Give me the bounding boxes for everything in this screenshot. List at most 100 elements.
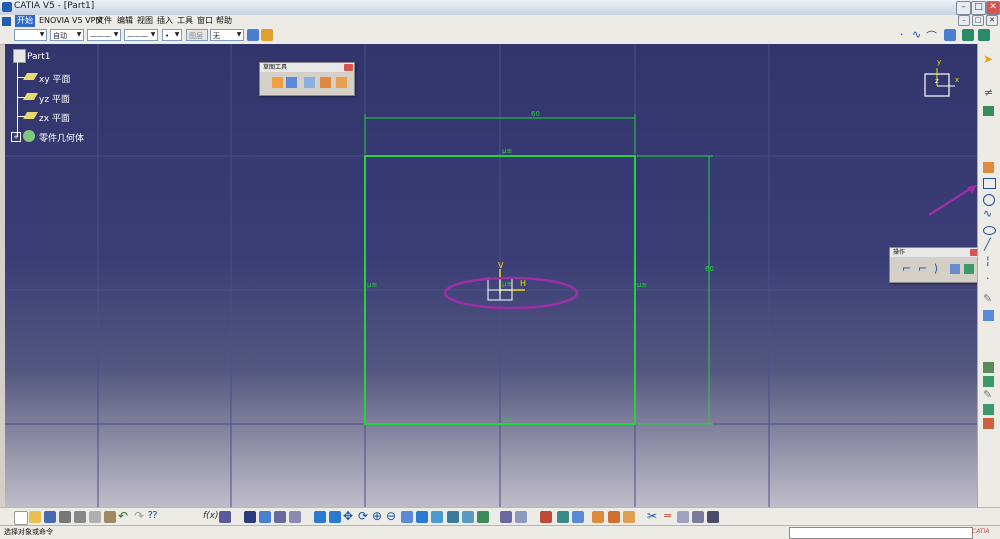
- analysis-icon[interactable]: [540, 511, 552, 523]
- menu-tools[interactable]: 工具: [175, 15, 195, 27]
- menu-insert[interactable]: 插入: [155, 15, 175, 27]
- auto-constraint-icon[interactable]: [608, 511, 620, 523]
- table-icon[interactable]: [677, 511, 689, 523]
- sketch-tools-toolbar[interactable]: 草图工具: [259, 62, 355, 96]
- point-combo[interactable]: • ▼: [162, 29, 182, 41]
- constraint-top[interactable]: μ≡: [502, 147, 512, 155]
- swap-visible-space-icon[interactable]: [477, 511, 489, 523]
- corner-icon[interactable]: ⌐: [902, 262, 911, 275]
- close-button[interactable]: ✕: [986, 1, 1000, 15]
- sketch-settings-icon[interactable]: [978, 29, 990, 41]
- formula-icon[interactable]: f(x): [203, 511, 219, 521]
- tree-root-part1[interactable]: Part1: [27, 52, 51, 62]
- pad-icon[interactable]: [983, 376, 994, 387]
- curve-icon[interactable]: ⌒: [926, 28, 937, 44]
- constraint-origin[interactable]: μ≡: [502, 280, 512, 288]
- iso-view-icon[interactable]: [431, 511, 443, 523]
- properties-brush-icon[interactable]: [261, 29, 273, 41]
- maximize-button[interactable]: □: [971, 1, 986, 15]
- menu-view[interactable]: 视图: [135, 15, 155, 27]
- doc-restore-button[interactable]: □: [972, 15, 984, 26]
- cut-icon[interactable]: [74, 511, 86, 523]
- copy-icon[interactable]: [89, 511, 101, 523]
- color-combo[interactable]: 自动 ▼: [50, 29, 84, 41]
- menu-help[interactable]: 帮助: [214, 15, 234, 27]
- fit-all-icon[interactable]: [329, 511, 341, 523]
- axis-icon[interactable]: ¦: [986, 254, 990, 267]
- exit-sketch-icon[interactable]: [983, 106, 994, 116]
- select-arrow-icon[interactable]: ➤: [983, 52, 993, 66]
- tree-item-part-body[interactable]: 零件几何体: [39, 131, 84, 144]
- component-icon[interactable]: [274, 511, 286, 523]
- shading-icon[interactable]: [447, 511, 459, 523]
- swap-icon[interactable]: [289, 511, 301, 523]
- parameters-icon[interactable]: [692, 511, 704, 523]
- dimensional-constraints-icon[interactable]: [336, 77, 347, 88]
- comment-icon[interactable]: [219, 511, 231, 523]
- dimension-vertical[interactable]: 60: [705, 265, 714, 273]
- circle-icon[interactable]: [983, 194, 995, 206]
- painter-icon[interactable]: [247, 29, 259, 41]
- construction-icon[interactable]: [304, 77, 315, 88]
- constraint-icon[interactable]: ≠: [984, 86, 993, 99]
- snap-to-point-icon[interactable]: [286, 77, 297, 88]
- multi-view-icon[interactable]: [416, 511, 428, 523]
- dimension-horizontal[interactable]: 60: [531, 110, 540, 118]
- doc-close-button[interactable]: ✕: [986, 15, 998, 26]
- spline-icon[interactable]: ∿: [983, 207, 992, 220]
- catalog-browser-icon[interactable]: [707, 511, 719, 523]
- menu-edit[interactable]: 编辑: [115, 15, 135, 27]
- print-icon[interactable]: [59, 511, 71, 523]
- tree-item-zx-plane[interactable]: zx 平面: [39, 111, 70, 124]
- project-3d-icon[interactable]: [964, 264, 974, 274]
- sketch-view-icon[interactable]: [500, 511, 512, 523]
- pocket-icon[interactable]: [983, 404, 994, 415]
- spline-icon[interactable]: ∿: [912, 28, 921, 41]
- tree-item-xy-plane[interactable]: xy 平面: [39, 72, 71, 85]
- tree-item-yz-plane[interactable]: yz 平面: [39, 92, 70, 105]
- tree-expand-icon[interactable]: [259, 511, 271, 523]
- sketch-analysis-icon[interactable]: [557, 511, 569, 523]
- undo-icon[interactable]: ↶: [118, 509, 128, 523]
- open-icon[interactable]: [29, 511, 41, 523]
- menu-start[interactable]: 开始: [15, 15, 35, 27]
- redo-icon[interactable]: ↷: [134, 509, 144, 523]
- constraint-tool-icon[interactable]: [592, 511, 604, 523]
- rectangle-icon[interactable]: [983, 178, 996, 189]
- equal-icon[interactable]: =: [663, 509, 672, 522]
- close-icon[interactable]: [344, 64, 353, 71]
- normal-view-icon[interactable]: [401, 511, 413, 523]
- measure-icon[interactable]: ✂: [647, 509, 657, 523]
- grid-icon[interactable]: [272, 77, 283, 88]
- hide-show-icon[interactable]: [462, 511, 474, 523]
- profile-icon[interactable]: [983, 162, 994, 173]
- visualization-icon[interactable]: [572, 511, 584, 523]
- pan-icon[interactable]: ✥: [343, 509, 353, 523]
- constraint-bottom[interactable]: μ≡: [502, 416, 512, 424]
- exit-workbench-icon[interactable]: [944, 29, 956, 41]
- linetype-combo[interactable]: ——— ▼: [87, 29, 121, 41]
- animate-constraint-icon[interactable]: [623, 511, 635, 523]
- dot-icon[interactable]: ·: [900, 28, 904, 41]
- doc-minimize-button[interactable]: –: [958, 15, 970, 26]
- chamfer-icon[interactable]: ⌐: [918, 262, 927, 275]
- shaft-icon[interactable]: [983, 418, 994, 429]
- ellipse-icon[interactable]: [983, 226, 996, 235]
- paste-icon[interactable]: [104, 511, 116, 523]
- mirror-icon[interactable]: [950, 264, 960, 274]
- layer-combo[interactable]: 无 ▼: [210, 29, 244, 41]
- compass-icon[interactable]: [924, 68, 955, 97]
- zoom-in-icon[interactable]: ⊕: [372, 509, 382, 523]
- menu-file[interactable]: 文件: [94, 15, 114, 27]
- style-combo[interactable]: ▼: [14, 29, 47, 41]
- sketch-viewport[interactable]: y x z 60 60 μ≡ μ≡ μ≡ μ≡ μ≡ H V Part1 xy …: [5, 44, 977, 511]
- line-icon[interactable]: ╱: [984, 238, 991, 251]
- help-icon[interactable]: ⁇: [148, 510, 157, 521]
- sketch-icon[interactable]: [962, 29, 974, 41]
- rotate-icon[interactable]: ⟳: [358, 509, 368, 523]
- operations-toolbar[interactable]: 操作 ⌐ ⌐ ⟩: [889, 247, 977, 283]
- close-icon[interactable]: [970, 249, 977, 256]
- expand-icon[interactable]: +: [11, 132, 21, 142]
- pen-icon[interactable]: ✎: [983, 292, 992, 305]
- trim-icon[interactable]: ⟩: [934, 262, 938, 275]
